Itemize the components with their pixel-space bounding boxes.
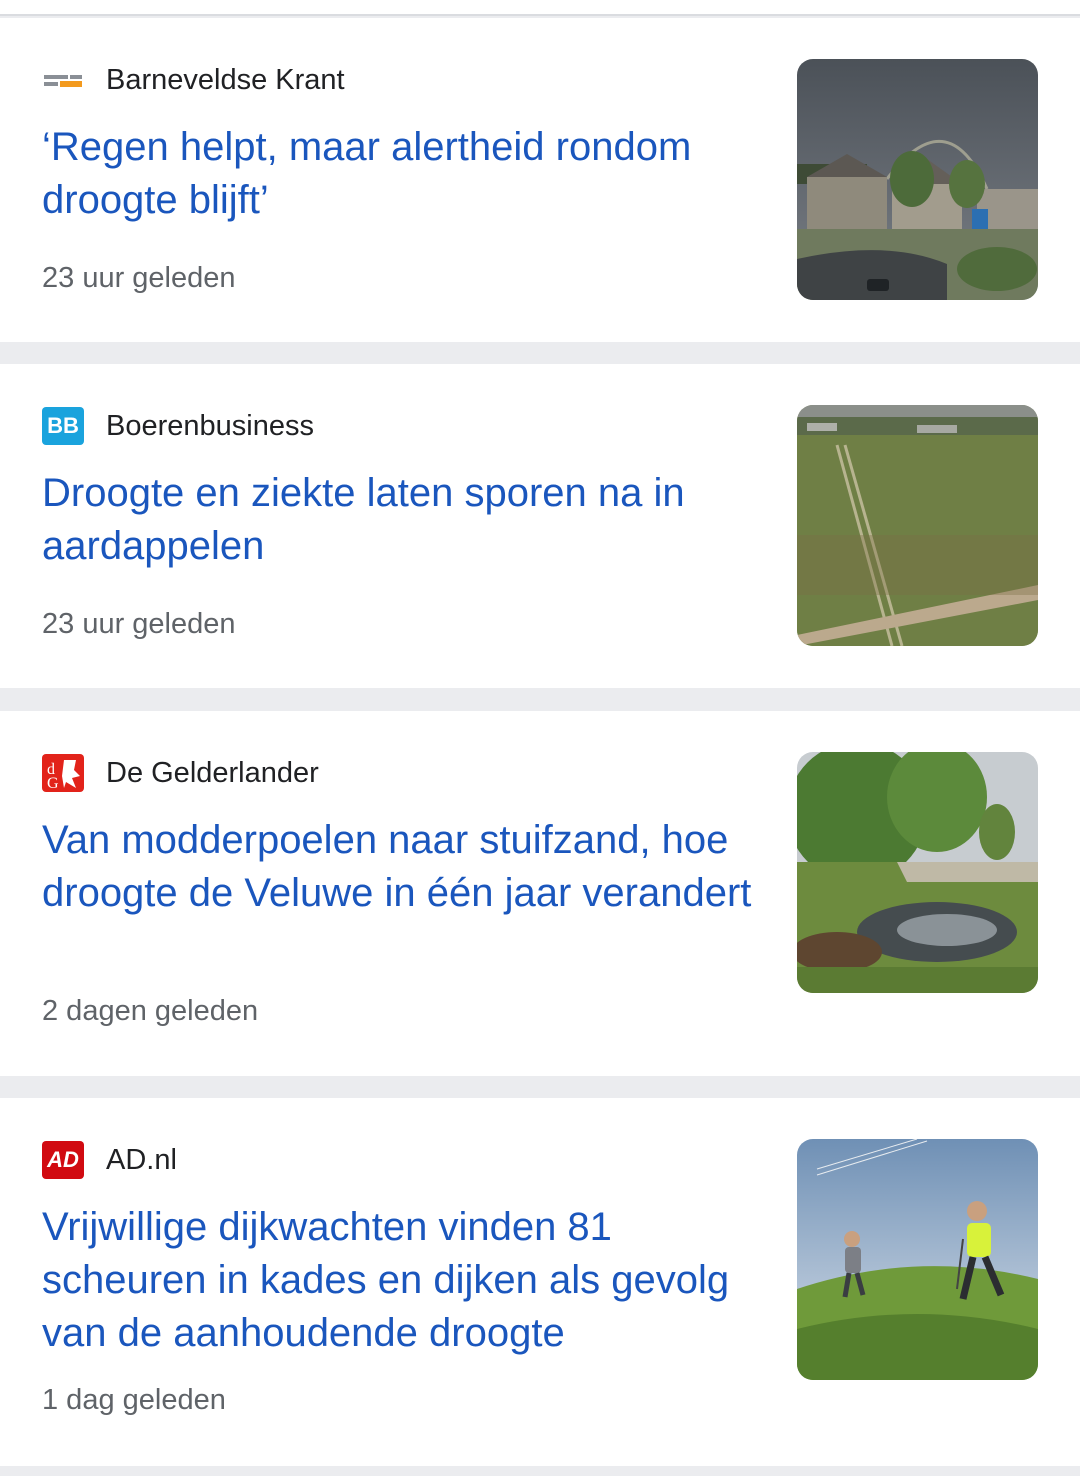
ad-logo-text: AD	[47, 1147, 79, 1172]
article-time: 23 uur geleden	[42, 262, 236, 294]
source-row: Barneveldse Krant	[42, 60, 345, 100]
article-time: 2 dagen geleden	[42, 995, 259, 1027]
article-thumbnail[interactable]	[797, 752, 1038, 993]
article-headline[interactable]: Vrijwillige dijkwachten vinden 81 scheur…	[42, 1201, 762, 1360]
article-thumbnail[interactable]	[797, 405, 1038, 646]
news-card[interactable]: BB Boerenbusiness Droogte en ziekte late…	[0, 364, 1080, 688]
source-name: Boerenbusiness	[106, 409, 314, 442]
article-thumbnail[interactable]	[797, 1139, 1038, 1380]
news-card[interactable]: AD AD.nl Vrijwillige dijkwachten vinden …	[0, 1098, 1080, 1466]
news-card[interactable]: Barneveldse Krant ‘Regen helpt, maar ale…	[0, 18, 1080, 342]
barneveldse-krant-logo-icon	[42, 61, 84, 99]
article-thumbnail[interactable]	[797, 59, 1038, 300]
top-divider	[0, 0, 1080, 16]
boerenbusiness-logo-icon: BB	[42, 407, 84, 445]
ad-logo-icon: AD	[42, 1141, 84, 1179]
source-name: De Gelderlander	[106, 756, 319, 789]
article-headline[interactable]: Van modderpoelen naar stuifzand, hoe dro…	[42, 814, 762, 920]
source-name: Barneveldse Krant	[106, 63, 345, 96]
boerenbusiness-logo-text: BB	[47, 413, 79, 438]
article-headline[interactable]: ‘Regen helpt, maar alertheid rondom droo…	[42, 121, 762, 227]
bottom-divider	[0, 1466, 1080, 1476]
news-card[interactable]: d G De Gelderlander Van modderpoelen naa…	[0, 711, 1080, 1076]
news-feed: Barneveldse Krant ‘Regen helpt, maar ale…	[0, 0, 1080, 1476]
svg-text:G: G	[47, 775, 59, 792]
source-row: AD AD.nl	[42, 1140, 177, 1180]
source-row: BB Boerenbusiness	[42, 406, 314, 446]
article-time: 1 dag geleden	[42, 1384, 226, 1416]
source-row: d G De Gelderlander	[42, 753, 319, 793]
article-time: 23 uur geleden	[42, 608, 236, 640]
de-gelderlander-logo-icon: d G	[42, 754, 84, 792]
article-headline[interactable]: Droogte en ziekte laten sporen na in aar…	[42, 467, 762, 573]
source-name: AD.nl	[106, 1143, 177, 1176]
